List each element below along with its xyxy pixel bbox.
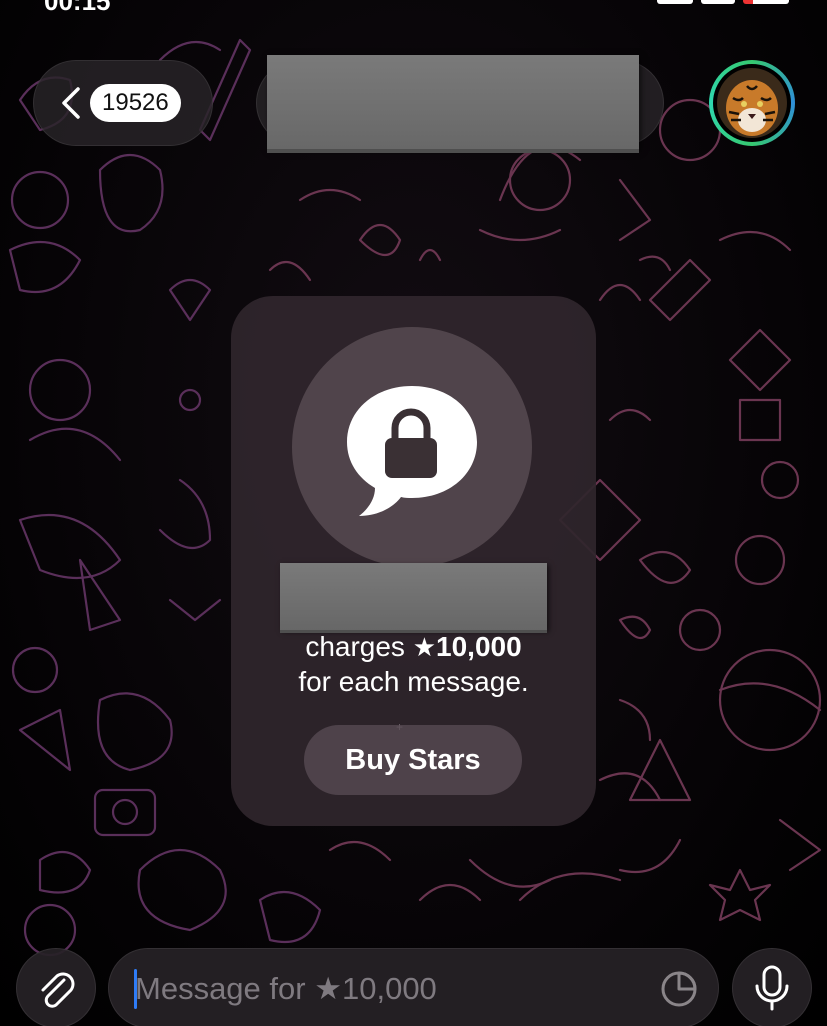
redacted-card-title (280, 563, 547, 630)
lock-speech-bubble-icon (347, 386, 477, 516)
status-icons (657, 0, 789, 4)
microphone-button[interactable] (732, 948, 812, 1026)
per-message-text: for each message. (298, 666, 529, 697)
price-value: 10,000 (436, 631, 522, 662)
charges-text: charges (305, 631, 405, 662)
attach-button[interactable] (16, 948, 96, 1026)
status-time: 00:15 (44, 0, 111, 16)
back-button[interactable]: 19526 (33, 60, 213, 146)
paid-message-card: charges ★10,000 for each message. + Buy … (231, 296, 596, 826)
unread-count-badge: 19526 (90, 84, 181, 122)
chevron-left-icon (62, 87, 80, 119)
message-input-placeholder: Message for ★10,000 (135, 971, 437, 1006)
paperclip-icon (41, 972, 75, 1008)
chat-avatar[interactable] (709, 60, 795, 146)
battery-icon (743, 0, 789, 4)
buy-stars-button[interactable]: Buy Stars (304, 725, 522, 795)
tiger-avatar-image (717, 68, 787, 138)
redacted-chat-title (267, 55, 639, 149)
message-input[interactable]: Message for ★10,000 (108, 948, 719, 1026)
signal-icon (657, 0, 693, 4)
star-icon: ★ (412, 632, 437, 662)
network-icon (701, 0, 735, 4)
microphone-icon (755, 965, 789, 1011)
sticker-icon[interactable] (659, 969, 699, 1009)
